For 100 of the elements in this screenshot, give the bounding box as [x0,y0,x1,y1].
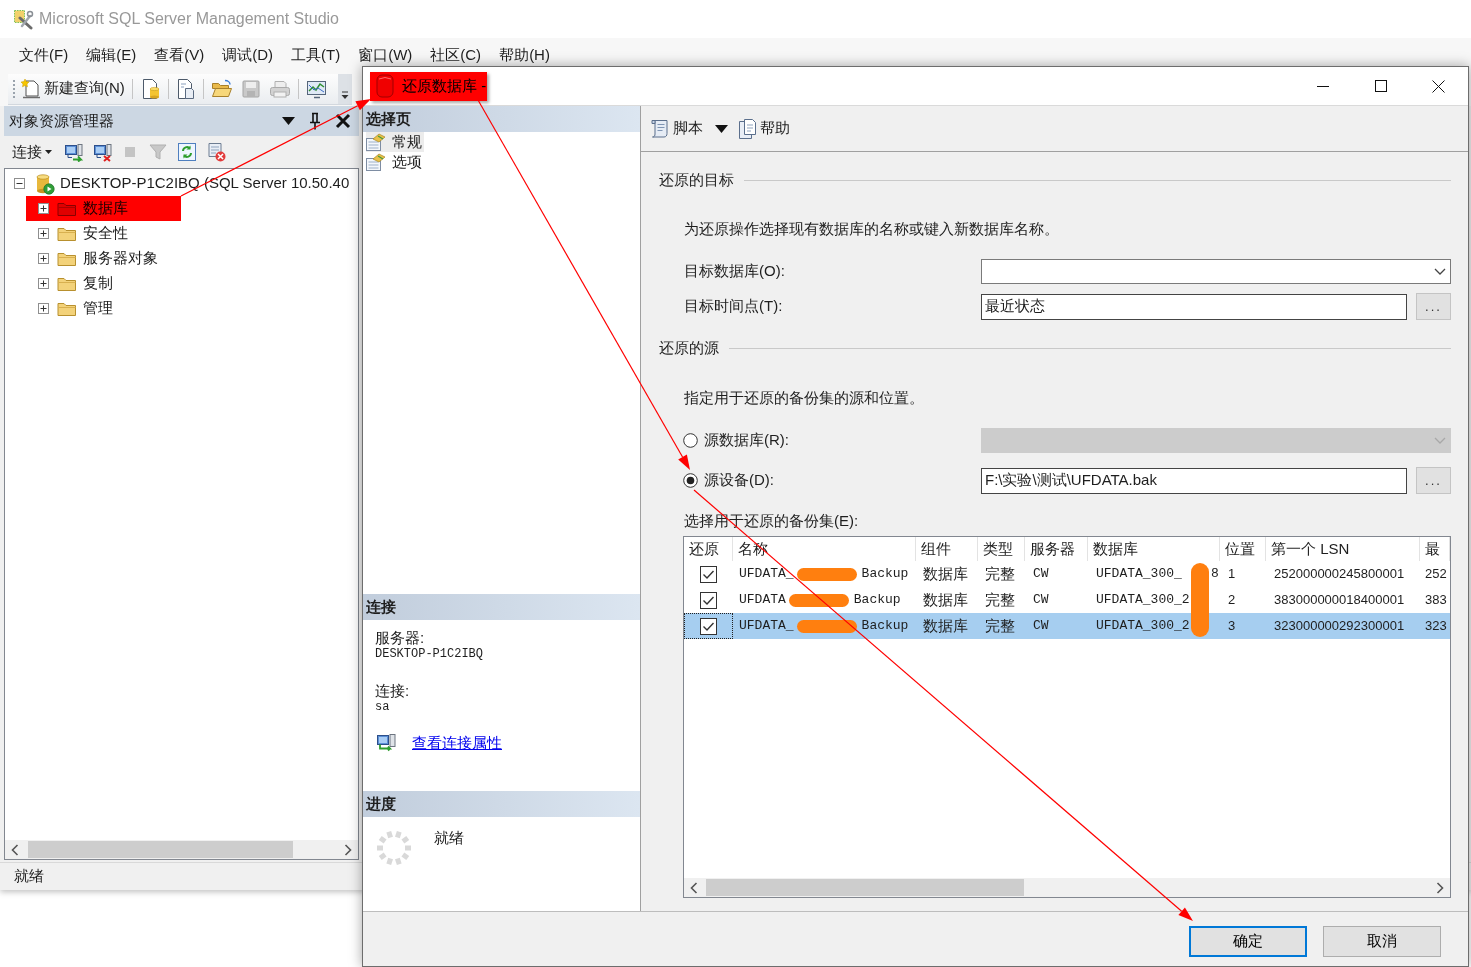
server-connect-icon[interactable] [64,142,84,162]
script-button[interactable]: 脚本 [649,117,703,140]
overflow-icon[interactable] [339,88,351,101]
cell-text: Backup [861,565,909,584]
login-name: sa [375,700,390,714]
cell-text: UFDATA_300_2 [1096,591,1191,610]
document-icon[interactable] [175,77,196,100]
table-cell-text: 数据库 [923,615,968,636]
expand-icon[interactable] [38,228,49,239]
cell-text: UFDATA [739,591,786,610]
expand-icon[interactable] [38,253,49,264]
menu-item[interactable]: 社区(C) [421,42,491,68]
checkbox[interactable] [700,591,717,609]
dialog-button[interactable]: 确定 [1189,926,1307,957]
status-text: 就绪 [14,866,44,887]
redaction-scribble [788,593,849,607]
table-cell-text: 252 [1425,565,1447,584]
table-cell-text: 383 [1425,591,1447,610]
tree-item[interactable]: 服务器对象 [26,246,181,271]
tree-item[interactable]: 数据库 [26,196,181,221]
scrollbar-thumb[interactable] [706,879,1024,896]
help-document-icon [737,117,757,140]
open-folder-icon[interactable] [210,78,233,99]
new-document-icon [20,78,42,99]
table-row[interactable]: UFDATA_ Backup 数据库 完整 CW UFDATA_300_2 3 323000000292300001 323 [684,613,1450,639]
help-button[interactable]: 帮助 [737,117,790,140]
checkbox[interactable] [700,565,717,583]
close-icon[interactable] [335,113,351,129]
tree-item[interactable]: DESKTOP-P1C2IBQ (SQL Server 10.50.40 [5,171,350,196]
radio-button[interactable] [683,473,698,488]
horizontal-scrollbar[interactable] [5,840,358,859]
cell-text: UFDATA_ [739,565,794,584]
scroll-left-icon[interactable] [690,881,698,894]
menu-item[interactable]: 窗口(W) [349,42,422,68]
dropdown-field[interactable] [981,259,1451,284]
page-list-item[interactable]: 选项 [366,152,424,172]
tree-item[interactable]: 管理 [26,296,181,321]
group-label: 还原的源 [659,337,719,358]
pin-icon[interactable] [309,112,321,130]
scroll-right-icon[interactable] [344,843,352,856]
script-delete-icon[interactable] [205,141,227,163]
table-cell-text: 3 [1228,617,1236,636]
connect-button[interactable]: 连接 [12,140,52,164]
expand-icon[interactable] [38,303,49,314]
menu-item[interactable]: 编辑(E) [77,42,146,68]
scrollbar-thumb[interactable] [28,841,293,858]
database-icon [376,74,394,98]
menu-item[interactable]: 帮助(H) [490,42,559,68]
chevron-down-icon [1434,436,1446,445]
field-label: 目标数据库(O): [684,261,786,282]
table-cell-text: 252000000245800001 [1274,565,1405,584]
checkbox[interactable] [700,617,717,635]
table-cell-text: 1 [1228,565,1236,584]
table-cell-text: 383000000018400001 [1274,591,1405,610]
table-cell-text: 323 [1425,617,1447,636]
maximize-icon[interactable] [1375,80,1387,92]
menu-item[interactable]: 工具(T) [282,42,350,68]
table-label: 选择用于还原的备份集(E): [684,512,859,530]
cell-text: UFDATA_300_ [1096,565,1183,584]
menu-item[interactable]: 文件(F) [10,42,78,68]
chart-monitor-icon[interactable] [305,78,328,99]
browse-button[interactable]: ... [1416,293,1451,320]
dropdown-triangle-icon[interactable] [715,124,728,133]
tools-icon [13,8,34,30]
server-name: DESKTOP-P1C2IBQ [375,647,484,661]
field-label: 目标时间点(T): [684,296,784,317]
scroll-right-icon[interactable] [1436,881,1444,894]
tree-item[interactable]: 安全性 [26,221,181,246]
expand-icon[interactable] [38,278,49,289]
refresh-icon[interactable] [177,142,197,162]
radio-label: 源数据库(R): [704,430,789,451]
scroll-left-icon[interactable] [11,843,19,856]
toolbar-grip-icon [12,77,16,100]
redaction-scribble [796,567,857,581]
folder-icon [57,275,77,292]
document-database-icon[interactable] [140,77,161,100]
table-cell-text: CW [1033,617,1049,636]
section-header: 连接 [363,594,640,620]
tree-item[interactable]: 复制 [26,271,181,296]
collapse-icon[interactable] [14,178,25,189]
page-list-item[interactable]: 常规 [366,132,424,152]
menu-item[interactable]: 查看(V) [145,42,214,68]
dialog-button[interactable]: 取消 [1323,926,1441,957]
scroll-icon [649,117,671,140]
text-field[interactable]: 最近状态 [981,293,1407,320]
expand-icon[interactable] [38,203,49,214]
menu-item[interactable]: 调试(D) [213,42,282,68]
spinner-icon [375,829,413,867]
new-query-button[interactable]: 新建查询(N) [20,75,125,102]
server-disconnect-icon[interactable] [93,142,113,162]
close-icon[interactable] [1431,79,1445,93]
dropdown-triangle-icon[interactable] [282,117,295,125]
connection-properties-link[interactable]: 查看连接属性 [412,731,502,755]
text-field[interactable]: F:\实验\测试\UFDATA.bak [981,467,1407,494]
caret-icon [45,150,52,154]
horizontal-scrollbar[interactable] [684,878,1450,897]
browse-button[interactable]: ... [1416,467,1451,494]
folder-icon [57,225,77,242]
table-cell-text: CW [1033,565,1049,584]
form-icon [366,133,386,151]
